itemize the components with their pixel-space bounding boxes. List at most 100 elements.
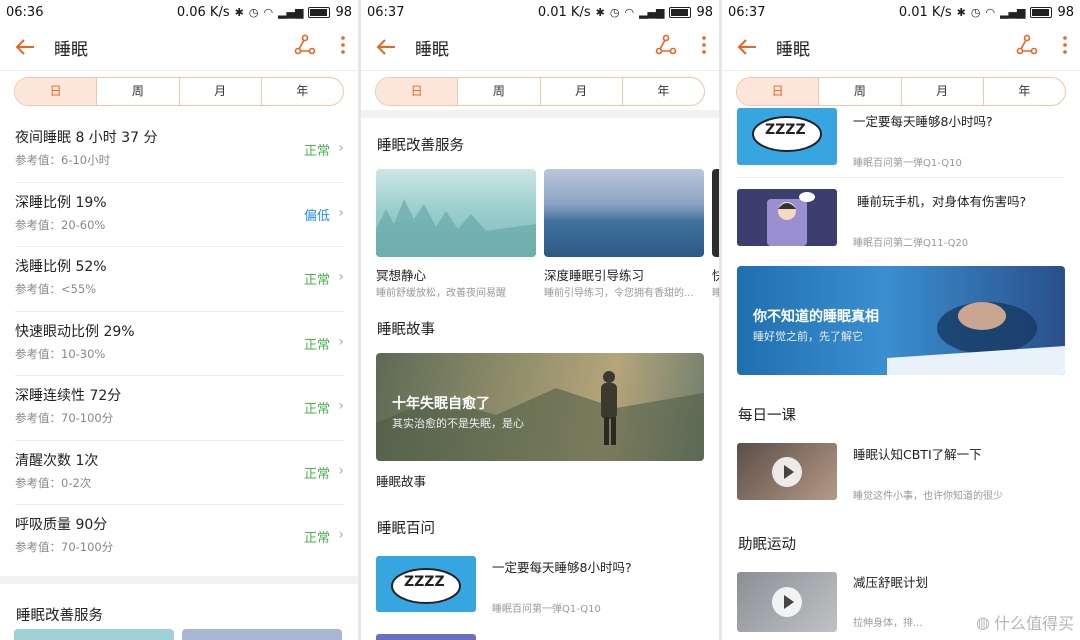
- tab-year[interactable]: 年: [984, 78, 1065, 105]
- qa-thumb-sleep-cloud[interactable]: ZZZZ: [737, 108, 837, 165]
- metric-name: 快速眼动比例 29%: [15, 323, 135, 340]
- story-banner-subtitle: 其实治愈的不是失眠，是心: [392, 417, 524, 430]
- lesson-title[interactable]: 睡眠认知CBTI了解一下: [853, 444, 982, 463]
- metric-list: 夜间睡眠 8 小时 37 分参考值：6-10小时 正常 › 深睡比例 19% 参考值：2…: [0, 118, 358, 570]
- section-title-exercise: 助眠运动: [738, 537, 796, 553]
- network-speed: 0.01 K/s: [898, 4, 952, 20]
- metric-status: 偏低: [303, 208, 330, 224]
- watermark-logo-icon: ◍: [976, 612, 990, 632]
- story-caption[interactable]: 睡眠故事: [376, 471, 426, 490]
- service-card-peek[interactable]: [14, 629, 174, 640]
- metric-reference: 参考值：<55%: [15, 282, 97, 296]
- page-title: 睡眠: [776, 39, 810, 60]
- service-card-peek-image[interactable]: [712, 169, 719, 257]
- wifi-icon: ◠: [985, 5, 996, 19]
- chevron-right-icon: ›: [338, 527, 344, 543]
- status-icons: 0.06 K/s ✱ ◷ ◠ ▂▄▆ 98: [177, 5, 352, 20]
- sleep-truth-banner-image[interactable]: 你不知道的睡眠真相 睡好觉之前，先了解它: [737, 266, 1065, 375]
- status-bar: 06:37 0.01 K/s ✱ ◷ ◠ ▂▄▆ 98: [361, 0, 719, 24]
- lesson-subtitle: 睡觉这件小事，也许你知道的很少: [853, 491, 1003, 502]
- alarm-icon: ◷: [970, 5, 981, 19]
- period-tabs: 日 周 月 年: [375, 77, 705, 106]
- metric-row[interactable]: 浅睡比例 52% 参考值：<55% 正常 ›: [15, 247, 344, 312]
- section-divider: [361, 110, 719, 118]
- metric-status: 正常: [303, 531, 330, 546]
- share-icon[interactable]: [294, 34, 316, 60]
- metric-reference: 参考值：0-2次: [15, 475, 92, 490]
- tab-year[interactable]: 年: [623, 78, 704, 105]
- alarm-icon: ◷: [609, 5, 620, 19]
- back-arrow-icon[interactable]: [12, 34, 38, 60]
- tab-year[interactable]: 年: [262, 78, 343, 105]
- more-menu-icon[interactable]: [1062, 35, 1068, 59]
- sleep-truth-title: 你不知道的睡眠真相: [753, 309, 879, 325]
- chevron-right-icon: ›: [338, 269, 344, 285]
- service-card-meditation-image[interactable]: [376, 169, 536, 257]
- play-icon[interactable]: [772, 456, 802, 487]
- service-card-subtitle: 睡: [712, 288, 719, 299]
- tab-month[interactable]: 月: [180, 78, 262, 105]
- share-icon[interactable]: [1016, 34, 1038, 60]
- network-speed: 0.06 K/s: [176, 4, 230, 20]
- tab-day[interactable]: 日: [737, 78, 820, 105]
- period-tabs: 日 周 月 年: [14, 77, 344, 106]
- metric-status: 正常: [303, 402, 330, 417]
- more-menu-icon[interactable]: [340, 35, 346, 59]
- tab-day[interactable]: 日: [376, 78, 459, 105]
- metric-row[interactable]: 呼吸质量 90分 参考值：70-100分 正常 ›: [15, 505, 344, 570]
- lesson-video-thumb[interactable]: [737, 443, 837, 500]
- qa-title[interactable]: 睡前玩手机，对身体有伤害吗?: [857, 191, 1026, 210]
- share-icon[interactable]: [655, 34, 677, 60]
- tab-week[interactable]: 周: [97, 78, 180, 105]
- metric-row[interactable]: 深睡连续性 72分 参考值：70-100分 正常 ›: [15, 376, 344, 441]
- tab-week[interactable]: 周: [819, 78, 902, 105]
- panel-articles: 06:37 0.01 K/s ✱ ◷ ◠ ▂▄▆ 98 睡眠 日 周 月 年 Z…: [722, 0, 1080, 640]
- qa-thumb-sleep-cloud[interactable]: ZZZZ: [376, 556, 476, 612]
- metric-name: 呼吸质量 90分: [15, 517, 108, 533]
- signal-icon: ▂▄▆: [1000, 5, 1026, 19]
- qa-subtitle: 睡眠百问第一弹Q1-Q10: [492, 604, 601, 615]
- metric-name: 深睡比例 19%: [15, 194, 107, 211]
- exercise-title[interactable]: 减压舒眠计划: [853, 572, 928, 591]
- tab-month[interactable]: 月: [541, 78, 623, 105]
- service-card-title[interactable]: 快: [712, 265, 719, 284]
- qa-title[interactable]: 一定要每天睡够8小时吗?: [492, 557, 632, 576]
- status-icons: 0.01 K/s ✱ ◷ ◠ ▂▄▆ 98: [899, 5, 1074, 20]
- qa-thumb-phone-girl[interactable]: [737, 189, 837, 246]
- panel-services: 06:37 0.01 K/s ✱ ◷ ◠ ▂▄▆ 98 睡眠 日 周 月 年 睡…: [361, 0, 719, 640]
- section-title-service: 睡眠改善服务: [377, 138, 464, 154]
- qa-title[interactable]: 一定要每天睡够8小时吗?: [853, 111, 993, 130]
- section-title-lesson: 每日一课: [738, 408, 796, 424]
- play-icon[interactable]: [772, 587, 802, 617]
- status-time: 06:37: [728, 4, 766, 20]
- service-card-title[interactable]: 深度睡眠引导练习: [544, 265, 644, 284]
- metric-reference: 参考值：70-100分: [15, 540, 114, 554]
- metric-reference: 参考值：20-60%: [15, 217, 106, 232]
- service-card-peek[interactable]: [182, 629, 342, 640]
- service-card-title[interactable]: 冥想静心: [376, 265, 426, 284]
- metric-row[interactable]: 快速眼动比例 29% 参考值：10-30% 正常 ›: [15, 312, 344, 376]
- list-divider: [737, 177, 1065, 178]
- exercise-video-thumb[interactable]: [737, 572, 837, 632]
- more-menu-icon[interactable]: [701, 35, 707, 59]
- battery-icon: [1030, 6, 1053, 18]
- battery-icon: [308, 6, 331, 18]
- qa-thumb-peek[interactable]: [376, 634, 476, 640]
- metric-row[interactable]: 深睡比例 19% 参考值：20-60% 偏低 ›: [15, 183, 344, 247]
- back-arrow-icon[interactable]: [373, 34, 399, 60]
- service-card-ocean-image[interactable]: [544, 169, 704, 257]
- section-title-story: 睡眠故事: [377, 322, 435, 338]
- tab-month[interactable]: 月: [902, 78, 984, 105]
- metric-row[interactable]: 夜间睡眠 8 小时 37 分参考值：6-10小时 正常 ›: [15, 118, 344, 183]
- story-banner-image[interactable]: 十年失眠自愈了 其实治愈的不是失眠，是心: [376, 353, 704, 461]
- metric-status: 正常: [303, 337, 330, 353]
- metric-reference: 参考值：6-10小时: [15, 153, 111, 167]
- tab-day[interactable]: 日: [15, 78, 98, 105]
- tab-week[interactable]: 周: [458, 78, 541, 105]
- chevron-right-icon: ›: [338, 462, 344, 479]
- metric-row[interactable]: 清醒次数 1次 参考值：0-2次 正常 ›: [15, 441, 344, 505]
- metric-status: 正常: [303, 144, 330, 159]
- panel-daily-metrics: 06:36 0.06 K/s ✱ ◷ ◠ ▂▄▆ 98 睡眠 日 周 月 年 夜…: [0, 0, 358, 640]
- page-title: 睡眠: [54, 39, 88, 60]
- back-arrow-icon[interactable]: [734, 34, 760, 60]
